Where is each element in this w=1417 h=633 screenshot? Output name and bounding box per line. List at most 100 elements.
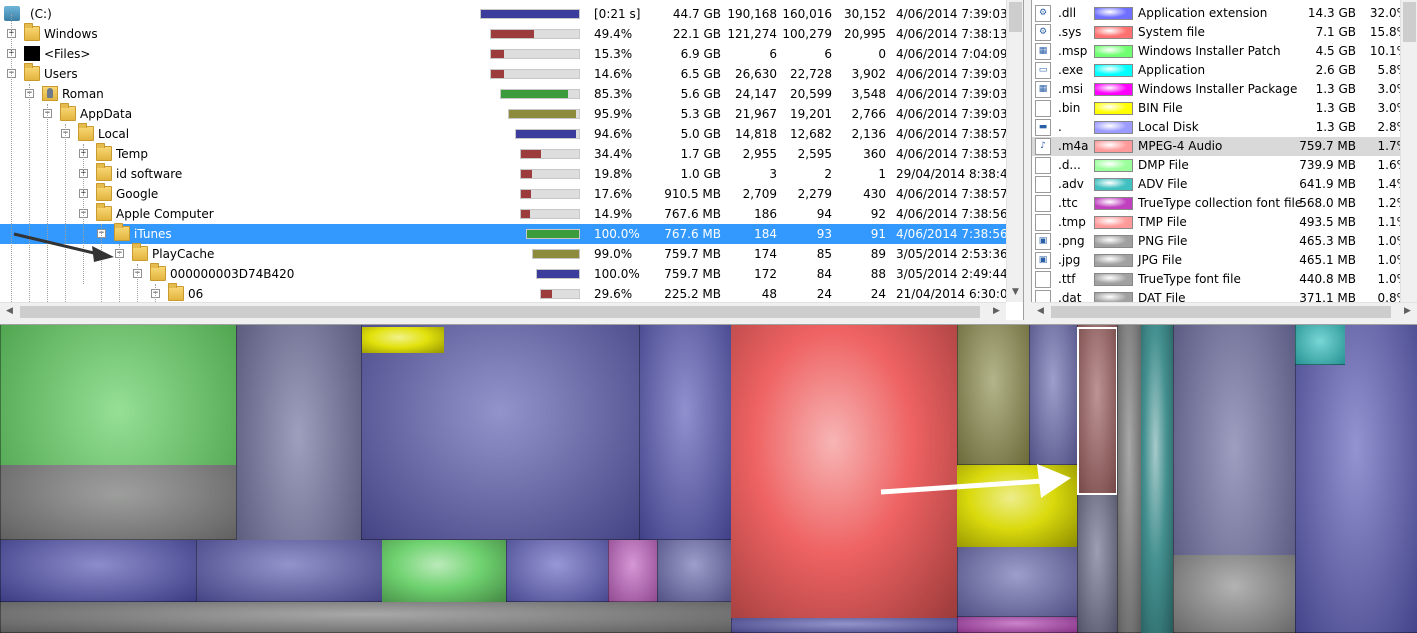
treemap-view[interactable] (0, 325, 1417, 633)
treemap-block[interactable] (957, 617, 1077, 633)
treemap-block[interactable] (1295, 325, 1417, 633)
tree-hscroll-thumb[interactable] (20, 306, 980, 318)
items-cell: 2,709 (742, 187, 777, 201)
treemap-block[interactable] (361, 325, 639, 540)
extension-color-swatch (1094, 26, 1133, 39)
tree-row[interactable]: + Temp 34.4% 1.7 GB 2,955 2,595 360 4/06/2014 7… (0, 143, 1023, 164)
treemap-block[interactable] (362, 327, 444, 353)
tree-row[interactable]: − AppData 95.9% 5.3 GB 21,967 19,201 2,766 4/06… (0, 103, 1023, 124)
treemap-block[interactable] (639, 325, 731, 540)
treemap-block[interactable] (1117, 325, 1141, 633)
size-cell: 1.0 GB (680, 167, 721, 181)
extension-vertical-scrollbar[interactable] (1400, 0, 1417, 302)
file-type-icon: ▦ (1035, 81, 1051, 98)
tree-connector-line (65, 124, 66, 304)
scroll-left-arrow-icon[interactable]: ◀ (1, 303, 18, 320)
subdirs-cell: 24 (870, 287, 886, 301)
extension-list[interactable]: ⚙ .dll Application extension 14.3 GB 32.0% ⚙.… (1031, 0, 1417, 320)
treemap-block[interactable] (506, 540, 608, 602)
extension-row[interactable]: ▣ .png PNG File 465.3 MB 1.0% (1032, 232, 1417, 251)
percentage-cell: 95.9% (594, 107, 633, 121)
extension-horizontal-scrollbar[interactable]: ◀ ▶ (1031, 302, 1417, 320)
extension-row[interactable]: ▬. Local Disk 1.3 GB 2.8% (1032, 118, 1417, 137)
tree-node-label: Google (116, 187, 159, 201)
extension-row[interactable]: .adv ADV File 641.9 MB 1.4% (1032, 175, 1417, 194)
subtree-percentage-bar (500, 89, 580, 99)
treemap-block[interactable] (1077, 495, 1117, 633)
treemap-block[interactable] (1029, 325, 1077, 465)
extension-row[interactable]: .ttf TrueType font file 440.8 MB 1.0% (1032, 270, 1417, 289)
tree-row[interactable]: − Roman 85.3% 5.6 GB 24,147 20,599 3,548 4/06/2… (0, 84, 1023, 104)
tree-vertical-scrollbar[interactable]: ▼ (1006, 0, 1023, 302)
extension-bytes: 2.6 GB (1315, 63, 1356, 77)
extension-row[interactable]: ▦ .msi Windows Installer Package 1.3 GB 3.0% (1032, 80, 1417, 99)
extension-row[interactable]: ♪ .m4a MPEG-4 Audio 759.7 MB 1.7% (1032, 137, 1417, 156)
extension-name: .png (1058, 234, 1085, 248)
treemap-block[interactable] (382, 540, 506, 602)
treemap-block[interactable] (1173, 555, 1295, 633)
tree-row[interactable]: + Windows 49.4% 22.1 GB 121,274 100,279 20,995… (0, 23, 1023, 44)
treemap-block[interactable] (0, 602, 731, 633)
extension-bytes: 465.1 MB (1299, 253, 1356, 267)
tree-row[interactable]: (C:) [0:21 s] 44.7 GB 190,168 160,016 30,152 4… (0, 4, 1023, 24)
tree-row[interactable]: −000000003D74B420 100.0% 759.7 MB 172 84 88 3/… (0, 263, 1023, 284)
directory-tree[interactable]: (C:) [0:21 s] 44.7 GB 190,168 160,016 30,152 4… (0, 0, 1024, 320)
extension-row[interactable]: ▦ .msp Windows Installer Patch 4.5 GB 10.1% (1032, 42, 1417, 61)
tree-vscroll-thumb[interactable] (1009, 2, 1022, 32)
items-cell: 24,147 (735, 87, 777, 101)
treemap-block[interactable] (957, 465, 1077, 547)
tree-horizontal-scrollbar[interactable]: ◀ ▶ (0, 302, 1006, 320)
tree-row[interactable]: + id software 19.8% 1.0 GB 3 2 1 29/04/2014 8:3… (0, 163, 1019, 184)
msi-files-region[interactable] (0, 465, 236, 540)
files-cell: 84 (816, 267, 832, 281)
percentage-cell: 14.6% (594, 67, 633, 81)
treemap-block[interactable] (196, 540, 382, 602)
extension-row[interactable]: .tmp TMP File 493.5 MB 1.1% (1032, 213, 1417, 232)
subtree-percentage-fill (481, 10, 579, 18)
extension-color-swatch (1094, 140, 1133, 153)
extension-row[interactable]: ▣ .jpg JPG File 465.1 MB 1.0% (1032, 251, 1417, 270)
extension-row[interactable]: ⚙ .sys System file 7.1 GB 15.8% (1032, 23, 1417, 42)
scroll-down-arrow-icon[interactable]: ▼ (1007, 284, 1023, 301)
ext-hscroll-thumb[interactable] (1051, 306, 1391, 318)
items-cell: 6 (769, 47, 777, 61)
extension-color-swatch (1094, 83, 1133, 96)
folder-icon (96, 183, 112, 201)
extension-row[interactable]: .d... DMP File 739.9 MB 1.6% (1032, 156, 1417, 175)
extension-color-swatch (1094, 7, 1133, 20)
scroll-right-arrow-icon[interactable]: ▶ (988, 303, 1005, 320)
ext-scroll-right-arrow-icon[interactable]: ▶ (1399, 303, 1416, 320)
tree-row[interactable]: − Apple Computer 14.9% 767.6 MB 186 94 92 4/06/… (0, 203, 1023, 224)
extension-row[interactable]: .bin BIN File 1.3 GB 3.0% (1032, 99, 1417, 118)
extension-row[interactable]: ▭ .exe Application 2.6 GB 5.8% (1032, 61, 1417, 80)
treemap-block[interactable] (957, 325, 1029, 465)
treemap-block[interactable] (1295, 325, 1345, 365)
tree-connector-line (47, 104, 48, 304)
treemap-block[interactable] (608, 540, 657, 602)
percentage-cell: [0:21 s] (594, 7, 641, 21)
extension-bytes: 440.8 MB (1299, 272, 1356, 286)
treemap-block[interactable] (657, 540, 731, 602)
tree-row[interactable]: − Users 14.6% 6.5 GB 26,630 22,728 3,902 4/06/2… (0, 63, 1023, 84)
treemap-block[interactable] (731, 618, 957, 633)
treemap-block[interactable] (0, 540, 196, 602)
subtree-percentage-bar (490, 29, 580, 39)
files-cell: 20,599 (790, 87, 832, 101)
large-file-block[interactable] (731, 325, 957, 618)
extension-row[interactable]: .ttc TrueType collection font file 568.0 M… (1032, 194, 1417, 213)
tree-row[interactable]: − Local 94.6% 5.0 GB 14,818 12,682 2,136 4/06/2… (0, 123, 1023, 144)
treemap-block[interactable] (1141, 325, 1173, 633)
subdirs-cell: 360 (863, 147, 886, 161)
tree-connector-line (29, 84, 30, 304)
tree-row[interactable]: + Google 17.6% 910.5 MB 2,709 2,279 430 4/06/20… (0, 183, 1023, 204)
tree-row[interactable]: − PlayCache 99.0% 759.7 MB 174 85 89 3/05/2014 … (0, 243, 1023, 264)
treemap-block[interactable] (957, 547, 1077, 617)
extension-vscroll-thumb[interactable] (1403, 2, 1416, 42)
extension-row[interactable]: ⚙ .dll Application extension 14.3 GB 32.0% (1032, 4, 1417, 23)
tree-row[interactable]: −06 29.6% 225.2 MB 48 24 24 21/04/2014 6:30:0.… (0, 283, 1019, 304)
subtree-percentage-bar (540, 289, 580, 299)
tree-row[interactable]: − iTunes 100.0% 767.6 MB 184 93 91 4/06/2014 7:… (0, 223, 1023, 244)
tree-row[interactable]: + <Files> 15.3% 6.9 GB 6 6 0 4/06/2014 7:04:09 … (0, 44, 1023, 64)
ext-scroll-left-arrow-icon[interactable]: ◀ (1032, 303, 1049, 320)
subtree-percentage-fill (509, 110, 576, 118)
